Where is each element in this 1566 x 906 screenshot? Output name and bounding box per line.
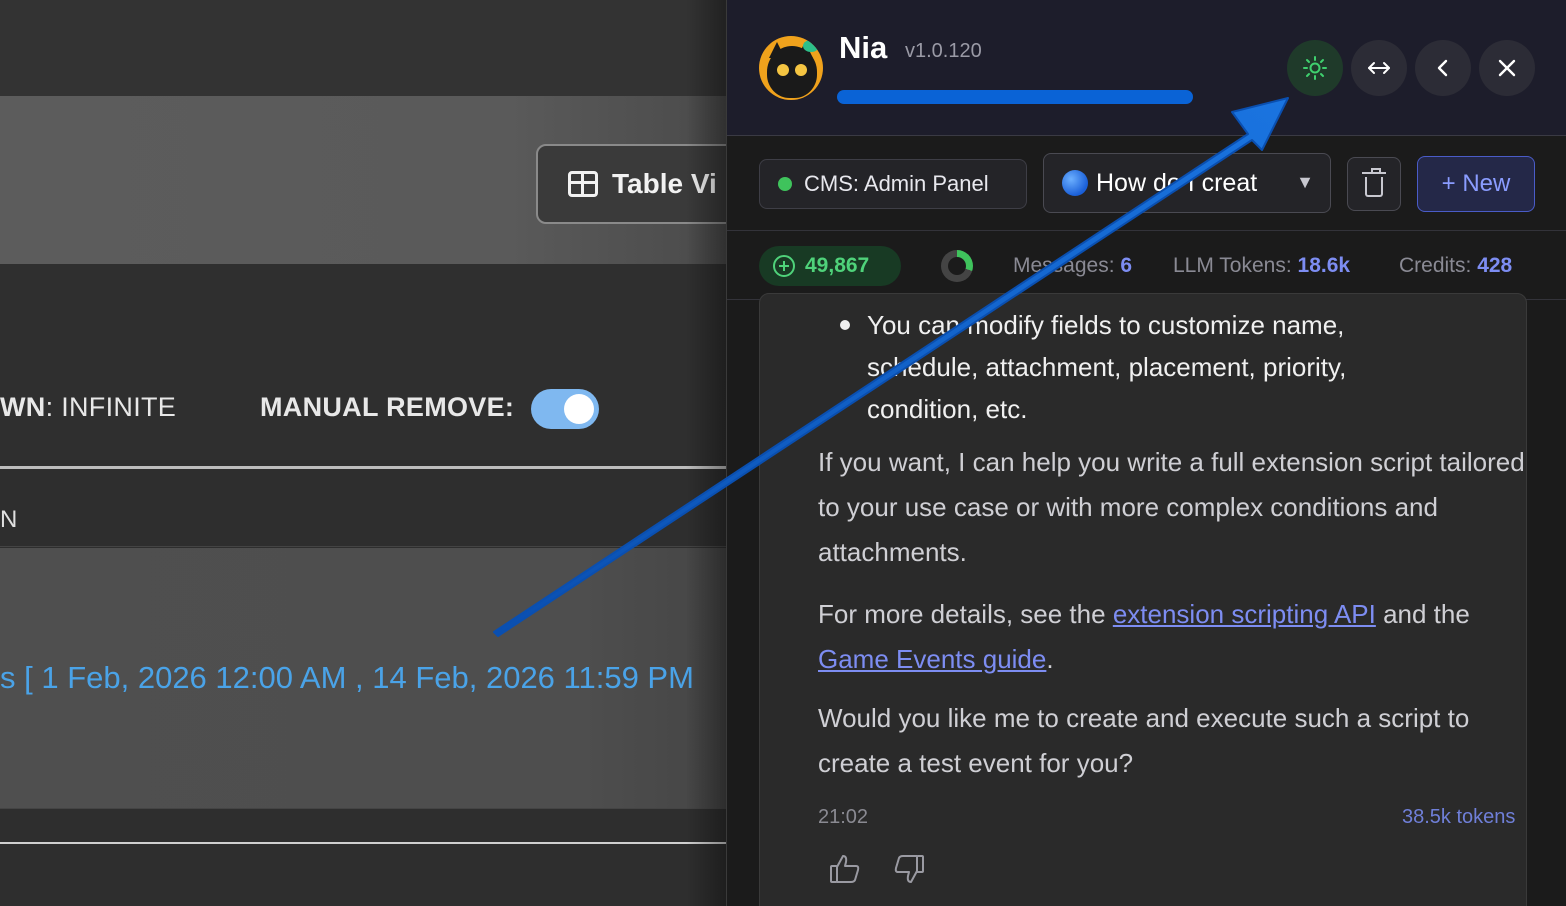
- conversation-select[interactable]: How do I creat ▼: [1043, 153, 1331, 213]
- game-events-guide-link[interactable]: Game Events guide: [818, 644, 1046, 674]
- bot-version: v1.0.120: [905, 40, 982, 62]
- messages-value: 6: [1120, 254, 1133, 277]
- cooldown-value: : INFINITE: [45, 392, 177, 422]
- background-topbar: [0, 0, 726, 96]
- llm-tokens-stat: LLM Tokens: 18.6k: [1173, 254, 1350, 278]
- credits-value: 428: [1477, 254, 1513, 277]
- chevron-left-icon: [1437, 59, 1448, 77]
- conversation-title: How do I creat: [1096, 168, 1258, 197]
- panel-controls: CMS: Admin Panel How do I creat ▼ + New: [727, 137, 1566, 231]
- thumbs-up-icon: [830, 855, 860, 883]
- cat-face: [767, 46, 817, 98]
- message-bullet: You can modify fields to customize name,…: [867, 310, 1347, 424]
- messages-label: Messages:: [1013, 254, 1115, 277]
- messages-stat: Messages: 6: [1013, 254, 1132, 278]
- panel-shadow: [686, 0, 726, 906]
- manual-remove-label: MANUAL REMOVE:: [260, 392, 515, 422]
- close-button[interactable]: [1479, 40, 1535, 96]
- back-button[interactable]: [1415, 40, 1471, 96]
- balance-value: 49,867: [805, 254, 870, 277]
- balance-badge[interactable]: 49,867: [759, 246, 901, 286]
- table-icon: [568, 171, 598, 197]
- trash-icon: [1362, 168, 1386, 197]
- extension-api-link[interactable]: extension scripting API: [1113, 599, 1376, 629]
- bot-name: Nia: [839, 30, 888, 65]
- llm-tokens-label: LLM Tokens:: [1173, 254, 1292, 277]
- message-timestamp: 21:02: [818, 806, 869, 828]
- cooldown-label: WN: [0, 392, 46, 422]
- context-chip[interactable]: CMS: Admin Panel: [759, 159, 1027, 209]
- message-paragraph: Would you like me to create and execute …: [818, 703, 1470, 778]
- leaf-icon: [803, 40, 819, 52]
- cat-eye-right: [795, 64, 807, 76]
- status-dot-icon: [778, 177, 792, 191]
- divider: [0, 466, 726, 469]
- assistant-message: You can modify fields to customize name,…: [759, 293, 1527, 906]
- email-redaction: [837, 90, 1193, 104]
- resize-icon: [1368, 62, 1390, 74]
- thumbs-down-button[interactable]: [892, 852, 926, 886]
- message-paragraph: For more details, see the extension scri…: [818, 592, 1528, 682]
- message-token-count: 38.5k tokens: [1402, 806, 1516, 828]
- delete-conversation-button[interactable]: [1347, 157, 1401, 211]
- divider: [0, 546, 726, 547]
- bot-avatar: [759, 36, 823, 100]
- manual-remove-toggle[interactable]: [531, 389, 599, 429]
- background-settings: [0, 264, 726, 468]
- credits-stat: Credits: 428: [1399, 254, 1512, 278]
- background-app: Table Vi WN: INFINITE MANUAL REMOVE: N s…: [0, 0, 726, 906]
- bullet-point: [840, 320, 850, 330]
- resize-button[interactable]: [1351, 40, 1407, 96]
- paragraph-text: and the: [1375, 599, 1470, 629]
- divider: [0, 808, 726, 809]
- usage-ring-icon: [941, 250, 973, 282]
- thumbs-down-icon: [894, 855, 924, 883]
- credits-label: Credits:: [1399, 254, 1472, 277]
- new-conversation-button[interactable]: + New: [1417, 156, 1535, 212]
- date-range[interactable]: s [ 1 Feb, 2026 12:00 AM , 14 Feb, 2026 …: [0, 660, 694, 696]
- cooldown-setting: WN: INFINITE: [0, 392, 176, 423]
- assistant-panel: Nia v1.0.120 CMS: Admin Panel How do I c…: [726, 0, 1566, 906]
- stats-bar: 49,867 Messages: 6 LLM Tokens: 18.6k Cre…: [727, 232, 1566, 300]
- paragraph-text: .: [1046, 644, 1054, 674]
- column-header: N: [0, 506, 18, 533]
- globe-icon: [1062, 170, 1088, 196]
- cat-eye-left: [777, 64, 789, 76]
- thumbs-up-button[interactable]: [828, 852, 862, 886]
- context-label: CMS: Admin Panel: [804, 171, 989, 196]
- divider: [0, 842, 726, 844]
- screen: Table Vi WN: INFINITE MANUAL REMOVE: N s…: [0, 0, 1566, 906]
- plus-circle-icon: [773, 255, 795, 277]
- sun-status-icon: [1303, 56, 1327, 80]
- close-icon: [1498, 59, 1516, 77]
- paragraph-text: For more details, see the: [818, 599, 1113, 629]
- panel-header: Nia v1.0.120: [727, 0, 1566, 136]
- status-button[interactable]: [1287, 40, 1343, 96]
- caret-down-icon: ▼: [1296, 172, 1314, 192]
- llm-tokens-value: 18.6k: [1297, 254, 1351, 277]
- message-paragraph: If you want, I can help you write a full…: [818, 447, 1525, 567]
- chat-area[interactable]: You can modify fields to customize name,…: [727, 293, 1566, 906]
